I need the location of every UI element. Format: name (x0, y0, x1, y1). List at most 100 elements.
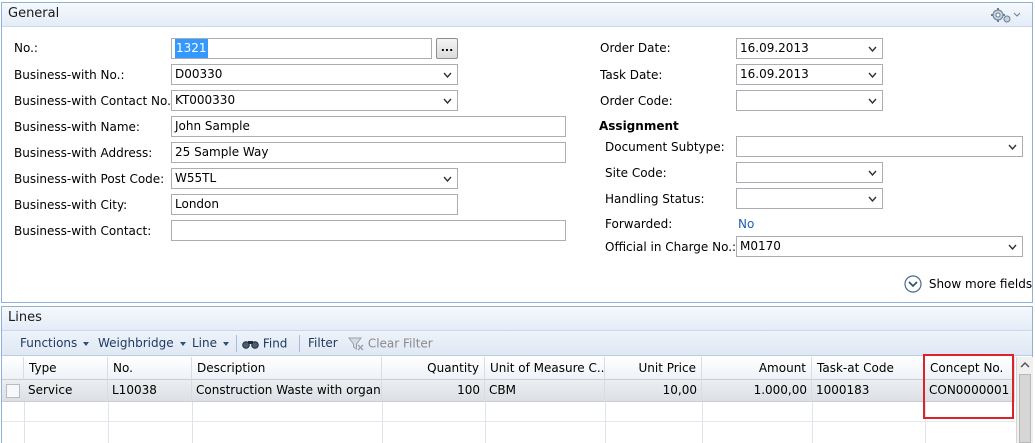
address-label: Business-with Address: (14, 146, 153, 160)
show-more-label: Show more fields (928, 277, 1033, 291)
chevron-down-icon[interactable] (866, 91, 878, 110)
chevron-down-icon[interactable] (1006, 237, 1018, 256)
doc-subtype-field[interactable] (736, 136, 1023, 157)
name-label: Business-with Name: (14, 120, 140, 134)
toolbar-divider (299, 335, 300, 352)
scrollbar-thumb[interactable] (1019, 374, 1031, 443)
order-date-field[interactable]: 16.09.2013 (736, 38, 883, 59)
lines-grid: Type No. Description Quantity Unit of Me… (2, 357, 1015, 443)
chevron-down-icon[interactable] (1006, 137, 1018, 156)
column-header-quantity[interactable]: Quantity (382, 357, 485, 380)
chevron-down-icon[interactable] (441, 91, 453, 110)
official-field[interactable]: M0170 (736, 236, 1023, 257)
clear-filter-label: Clear Filter (367, 336, 433, 351)
clear-filter-button[interactable]: Clear Filter (348, 331, 433, 356)
order-date-value: 16.09.2013 (740, 41, 809, 55)
grid-line (382, 402, 383, 443)
grid-line (812, 402, 813, 443)
chevron-down-icon[interactable] (441, 169, 453, 188)
chevron-down-icon[interactable] (866, 189, 878, 208)
settings-gear-icon[interactable] (990, 7, 1020, 23)
cell-quantity[interactable]: 100 (382, 380, 485, 402)
row-selector-header (2, 357, 24, 380)
city-field[interactable]: London (171, 194, 458, 215)
column-header-task-at-code[interactable]: Task-at Code (812, 357, 925, 380)
find-button[interactable]: Find (242, 331, 287, 356)
column-header-description[interactable]: Description (192, 357, 382, 380)
official-label: Official in Charge No.: (605, 240, 737, 254)
filter-label: Filter (308, 336, 338, 350)
contact-no-value: KT000330 (175, 93, 236, 107)
contact-no-field[interactable]: KT000330 (171, 90, 458, 111)
column-header-no[interactable]: No. (108, 357, 192, 380)
order-code-label: Order Code: (600, 94, 673, 108)
post-code-field[interactable]: W55TL (171, 168, 458, 189)
city-label: Business-with City: (14, 198, 128, 212)
show-more-fields-button[interactable]: Show more fields (904, 275, 1032, 293)
weighbridge-menu[interactable]: Weighbridge (98, 331, 186, 356)
grid-line (192, 402, 193, 443)
show-more-chevron-icon (904, 275, 922, 293)
handling-status-field[interactable] (736, 188, 883, 209)
official-value: M0170 (740, 239, 781, 253)
weighbridge-label: Weighbridge (98, 336, 174, 350)
column-header-unit-price[interactable]: Unit Price (605, 357, 702, 380)
general-header[interactable]: General (2, 3, 1032, 27)
cell-amount[interactable]: 1.000,00 (702, 380, 812, 402)
line-label: Line (192, 336, 218, 350)
functions-menu[interactable]: Functions (20, 331, 90, 356)
handling-status-label: Handling Status: (605, 192, 705, 206)
chevron-down-icon[interactable] (866, 65, 878, 84)
cell-no[interactable]: L10038 (108, 380, 192, 402)
caret-down-icon (83, 341, 90, 346)
name-field[interactable]: John Sample (171, 116, 566, 137)
filter-button[interactable]: Filter (308, 331, 338, 356)
assignment-heading: Assignment (599, 119, 679, 133)
scroll-up-icon[interactable] (1020, 361, 1030, 369)
row-selector[interactable] (6, 384, 20, 398)
cell-description[interactable]: Construction Waste with organic... (192, 380, 382, 402)
table-row-empty[interactable] (2, 402, 1015, 422)
order-code-field[interactable] (736, 90, 883, 111)
order-date-label: Order Date: (600, 41, 671, 55)
cell-unit-price[interactable]: 10,00 (605, 380, 702, 402)
task-date-value: 16.09.2013 (740, 67, 809, 81)
grid-line (702, 402, 703, 443)
site-code-field[interactable] (736, 162, 883, 183)
no-lookup-button[interactable]: ... (436, 38, 458, 59)
chevron-down-icon[interactable] (441, 65, 453, 84)
column-header-type[interactable]: Type (24, 357, 108, 380)
contact-field[interactable] (171, 220, 566, 241)
caret-down-icon (223, 341, 230, 346)
no-value: 1321 (175, 39, 208, 58)
cell-unit-of-measure[interactable]: CBM (485, 380, 605, 402)
no-field[interactable]: 1321 (171, 38, 432, 59)
city-value: London (175, 197, 219, 211)
chevron-down-icon[interactable] (866, 39, 878, 58)
forwarded-value[interactable]: No (738, 217, 754, 231)
business-no-value: D00330 (175, 67, 223, 81)
chevron-down-icon[interactable] (866, 163, 878, 182)
address-field[interactable]: 25 Sample Way (171, 142, 566, 163)
grid-line (24, 402, 25, 443)
post-code-label: Business-with Post Code: (14, 172, 165, 186)
line-menu[interactable]: Line (192, 331, 230, 356)
no-label: No.: (14, 41, 38, 55)
site-code-label: Site Code: (605, 166, 667, 180)
cell-type[interactable]: Service (24, 380, 108, 402)
lines-header[interactable]: Lines (2, 307, 1032, 331)
lines-toolbar: Functions Weighbridge Line Find Filter C… (2, 331, 1032, 356)
column-header-amount[interactable]: Amount (702, 357, 812, 380)
forwarded-label: Forwarded: (605, 217, 673, 231)
contact-no-label: Business-with Contact No.: (14, 94, 175, 108)
contact-label: Business-with Contact: (14, 224, 152, 238)
task-date-field[interactable]: 16.09.2013 (736, 64, 883, 85)
business-no-field[interactable]: D00330 (171, 64, 458, 85)
vertical-scrollbar[interactable] (1016, 357, 1033, 443)
toolbar-divider (236, 335, 237, 352)
task-date-label: Task Date: (600, 68, 663, 82)
table-row-empty[interactable] (2, 422, 1015, 442)
address-value: 25 Sample Way (175, 145, 269, 159)
column-header-unit-of-measure[interactable]: Unit of Measure C... (485, 357, 605, 380)
cell-task-at-code[interactable]: 1000183 (812, 380, 925, 402)
